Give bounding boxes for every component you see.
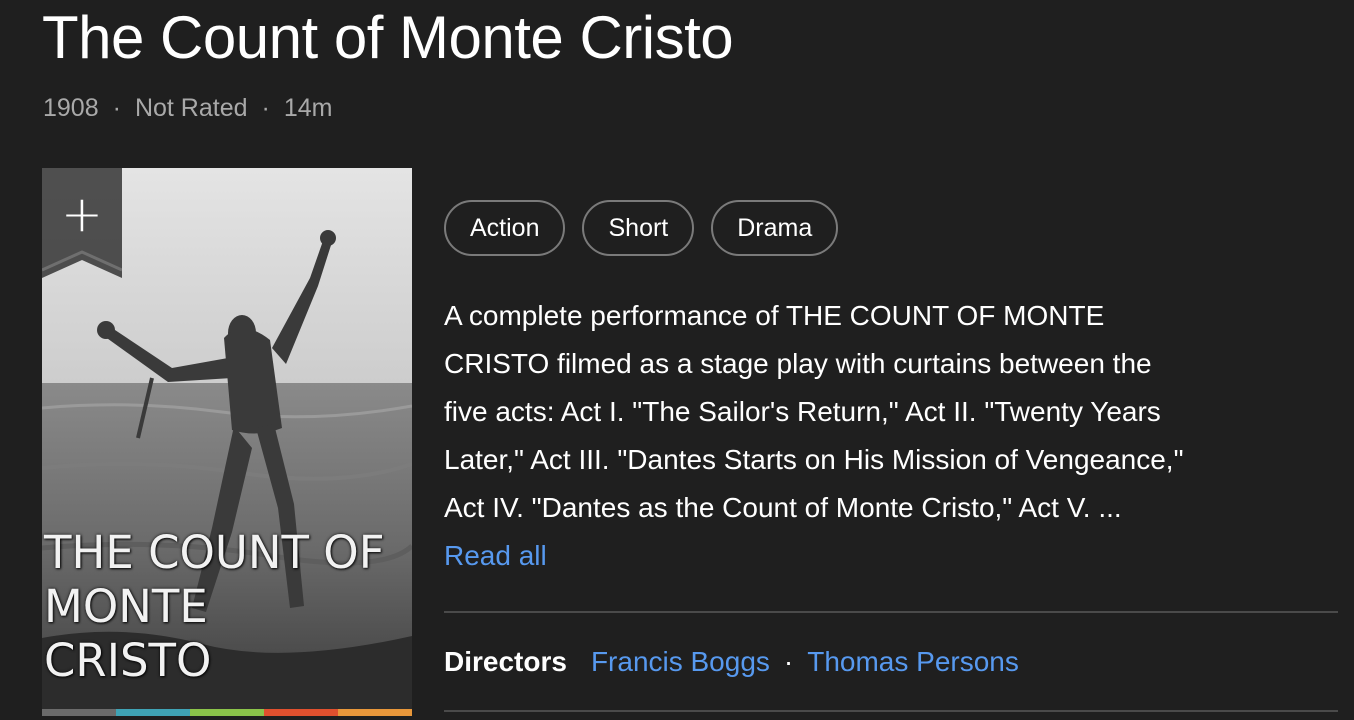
- credits-separator: ·: [783, 646, 794, 677]
- release-year[interactable]: 1908: [43, 92, 99, 124]
- title-meta: 1908 · Not Rated · 14m: [43, 92, 332, 124]
- poster-caption-line: THE COUNT OF: [44, 526, 385, 579]
- directors-label[interactable]: Directors: [444, 646, 567, 678]
- meta-separator: ·: [261, 94, 270, 122]
- genre-chip-action[interactable]: Action: [444, 200, 566, 256]
- page-title: The Count of Monte Cristo: [42, 4, 734, 71]
- plot-line: CRISTO filmed as a stage play with curta…: [444, 348, 1152, 379]
- poster-colorbar: [42, 709, 412, 716]
- colorbar-segment: [264, 709, 338, 716]
- content-rating[interactable]: Not Rated: [135, 92, 248, 124]
- colorbar-segment: [190, 709, 264, 716]
- plot-summary: A complete performance of THE COUNT OF M…: [444, 292, 1339, 580]
- poster-image[interactable]: THE COUNT OF MONTE CRISTO +: [42, 168, 412, 716]
- plot-line: Act IV. "Dantes as the Count of Monte Cr…: [444, 492, 1122, 523]
- read-all-link[interactable]: Read all: [444, 540, 547, 571]
- plot-line: A complete performance of THE COUNT OF M…: [444, 300, 1105, 331]
- plot-line: five acts: Act I. "The Sailor's Return,"…: [444, 396, 1161, 427]
- poster-caption-line: CRISTO: [44, 634, 212, 687]
- colorbar-segment: [116, 709, 190, 716]
- divider: [444, 710, 1338, 712]
- plot-line: Later," Act III. "Dantes Starts on His M…: [444, 444, 1184, 475]
- director-link[interactable]: Thomas Persons: [807, 646, 1019, 678]
- plus-icon: +: [61, 185, 103, 243]
- poster-caption-line: MONTE: [44, 580, 208, 633]
- directors-row: Directors Francis Boggs · Thomas Persons: [444, 638, 1019, 686]
- divider: [444, 611, 1338, 613]
- runtime: 14m: [283, 94, 333, 122]
- genre-chip-drama[interactable]: Drama: [711, 200, 839, 256]
- colorbar-segment: [42, 709, 116, 716]
- colorbar-segment: [338, 709, 412, 716]
- director-link[interactable]: Francis Boggs: [591, 646, 770, 678]
- meta-separator: ·: [112, 94, 121, 122]
- poster-caption: THE COUNT OF MONTE CRISTO: [44, 526, 412, 688]
- genre-chip-short[interactable]: Short: [582, 200, 695, 256]
- add-to-watchlist-button[interactable]: +: [42, 168, 122, 280]
- genre-chips: Action Short Drama: [444, 200, 839, 256]
